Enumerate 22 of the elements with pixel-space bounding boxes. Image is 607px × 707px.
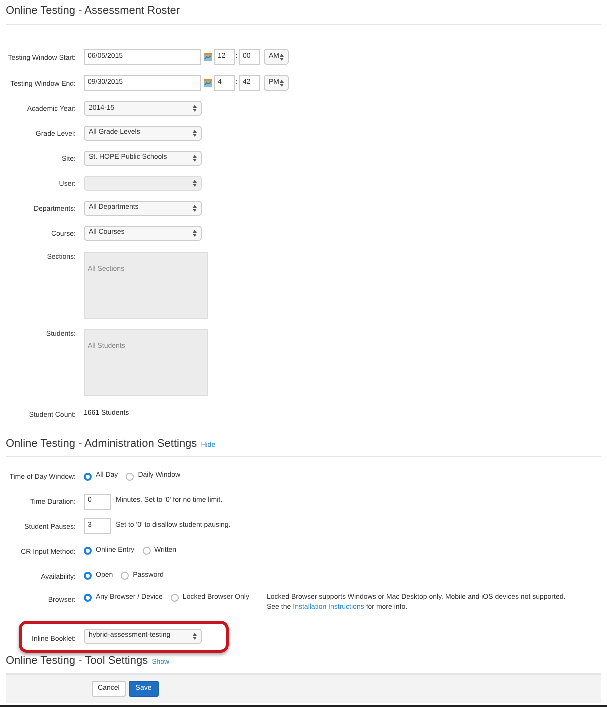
calendar-icon[interactable] xyxy=(204,53,212,62)
caret-icon xyxy=(193,204,197,212)
caret-icon xyxy=(193,633,197,640)
radio-button[interactable] xyxy=(84,594,92,602)
radio-button[interactable] xyxy=(84,547,92,556)
radio-button[interactable] xyxy=(84,472,92,481)
caret-icon xyxy=(193,180,197,187)
radio-button[interactable] xyxy=(126,472,134,481)
radio-button[interactable] xyxy=(121,572,130,580)
caret-icon xyxy=(193,130,197,138)
caret-icon xyxy=(193,105,197,112)
section-title: Online Testing - Tool Settings xyxy=(6,654,148,669)
section-title: Online Testing - Assessment Roster xyxy=(6,4,180,19)
radio-button[interactable] xyxy=(170,594,179,602)
caret-icon xyxy=(193,155,197,162)
radio-button[interactable] xyxy=(84,572,92,580)
caret-icon xyxy=(280,54,284,61)
radio-button[interactable] xyxy=(142,547,151,556)
calendar-icon[interactable] xyxy=(204,79,212,88)
caret-icon xyxy=(193,230,197,237)
caret-icon xyxy=(280,80,284,87)
section-title: Online Testing - Administration Settings xyxy=(6,436,198,452)
